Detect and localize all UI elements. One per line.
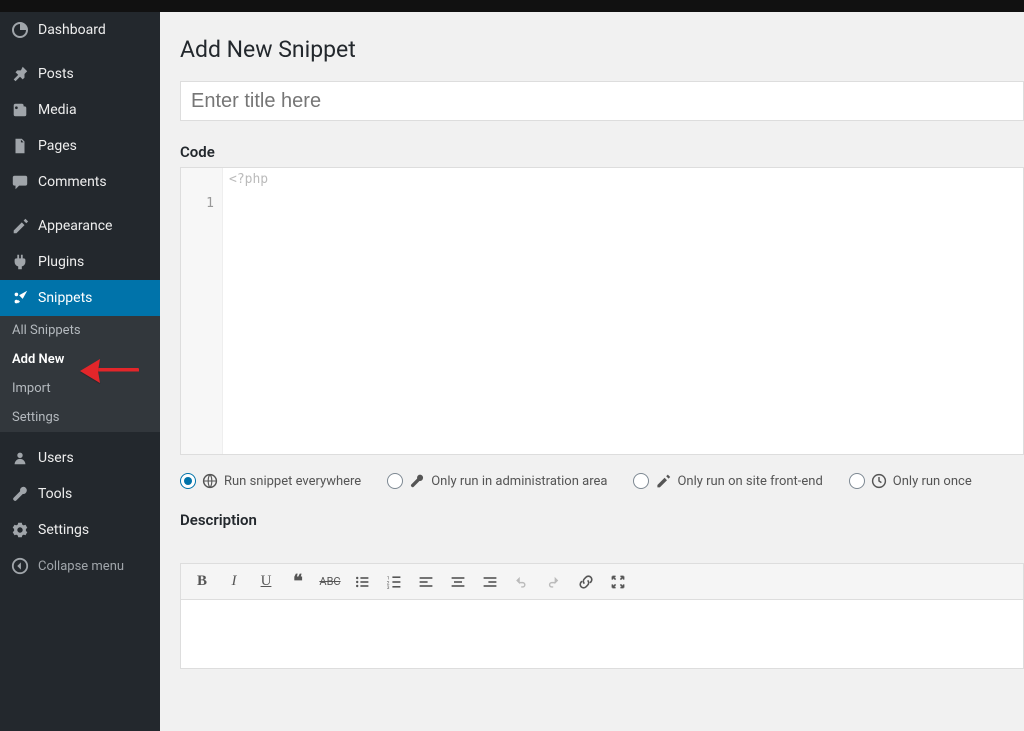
sidebar-item-plugins[interactable]: Plugins: [0, 244, 160, 280]
description-toolbar: B I U ❝ ABC 123: [180, 563, 1024, 599]
toolbar-strikethrough-button[interactable]: ABC: [315, 567, 345, 597]
appearance-icon: [10, 216, 30, 236]
scope-label: Only run once: [893, 474, 972, 489]
scope-option-once[interactable]: Only run once: [849, 473, 972, 489]
toolbar-align-center-button[interactable]: [443, 567, 473, 597]
admin-sidebar: Dashboard Posts Media Pages Comments App…: [0, 12, 160, 731]
sidebar-item-label: Tools: [38, 486, 72, 502]
sidebar-item-label: Settings: [38, 522, 89, 538]
wrench-icon: [409, 473, 425, 489]
snippet-title-input[interactable]: [180, 81, 1024, 121]
code-editor[interactable]: 1 <?php: [180, 167, 1024, 455]
clock-icon: [871, 473, 887, 489]
sidebar-item-label: Posts: [38, 66, 74, 82]
snippets-icon: [10, 288, 30, 308]
users-icon: [10, 448, 30, 468]
scope-radio-once[interactable]: [849, 473, 865, 489]
sidebar-item-appearance[interactable]: Appearance: [0, 208, 160, 244]
sidebar-item-posts[interactable]: Posts: [0, 56, 160, 92]
brush-icon: [655, 473, 671, 489]
svg-text:3: 3: [387, 585, 390, 590]
submenu-item-all-snippets[interactable]: All Snippets: [0, 316, 160, 345]
sidebar-item-snippets[interactable]: Snippets: [0, 280, 160, 316]
scope-label: Only run in administration area: [431, 474, 607, 489]
sidebar-item-dashboard[interactable]: Dashboard: [0, 12, 160, 48]
toolbar-align-left-button[interactable]: [411, 567, 441, 597]
snippet-scope-row: Run snippet everywhere Only run in admin…: [180, 473, 1024, 489]
submenu-item-add-new[interactable]: Add New: [0, 345, 160, 374]
toolbar-undo-button[interactable]: [507, 567, 537, 597]
sidebar-item-label: Snippets: [38, 290, 92, 306]
toolbar-fullscreen-button[interactable]: [603, 567, 633, 597]
toolbar-number-list-button[interactable]: 123: [379, 567, 409, 597]
pin-icon: [10, 64, 30, 84]
settings-icon: [10, 520, 30, 540]
sidebar-item-label: Appearance: [38, 218, 112, 234]
collapse-icon: [10, 556, 30, 576]
scope-label: Run snippet everywhere: [224, 474, 361, 489]
toolbar-blockquote-button[interactable]: ❝: [283, 567, 313, 597]
submenu-item-import[interactable]: Import: [0, 374, 160, 403]
toolbar-redo-button[interactable]: [539, 567, 569, 597]
globe-icon: [202, 473, 218, 489]
comment-icon: [10, 172, 30, 192]
description-section-label: Description: [180, 511, 1024, 529]
scope-label: Only run on site front-end: [677, 474, 822, 489]
media-icon: [10, 100, 30, 120]
scope-option-frontend[interactable]: Only run on site front-end: [633, 473, 822, 489]
sidebar-item-pages[interactable]: Pages: [0, 128, 160, 164]
sidebar-item-label: Users: [38, 450, 74, 466]
sidebar-item-label: Pages: [38, 138, 77, 154]
scope-radio-frontend[interactable]: [633, 473, 649, 489]
code-gutter: 1: [181, 168, 223, 454]
toolbar-bullet-list-button[interactable]: [347, 567, 377, 597]
toolbar-italic-button[interactable]: I: [219, 567, 249, 597]
sidebar-item-label: Plugins: [38, 254, 84, 270]
scope-radio-admin[interactable]: [387, 473, 403, 489]
code-hint: <?php: [229, 172, 268, 187]
toolbar-align-right-button[interactable]: [475, 567, 505, 597]
sidebar-item-label: Dashboard: [38, 22, 106, 38]
collapse-menu-label: Collapse menu: [38, 559, 124, 574]
page-title: Add New Snippet: [180, 36, 1024, 63]
toolbar-underline-button[interactable]: U: [251, 567, 281, 597]
code-section-label: Code: [180, 143, 1024, 161]
scope-option-everywhere[interactable]: Run snippet everywhere: [180, 473, 361, 489]
tools-icon: [10, 484, 30, 504]
content-area: Add New Snippet Code 1 <?php Run snippet…: [160, 12, 1024, 731]
sidebar-item-media[interactable]: Media: [0, 92, 160, 128]
collapse-menu-button[interactable]: Collapse menu: [0, 548, 160, 584]
sidebar-item-label: Comments: [38, 174, 107, 190]
description-editor[interactable]: [180, 599, 1024, 669]
sidebar-item-label: Media: [38, 102, 77, 118]
sidebar-item-tools[interactable]: Tools: [0, 476, 160, 512]
toolbar-link-button[interactable]: [571, 567, 601, 597]
line-number: 1: [206, 196, 214, 211]
scope-option-admin[interactable]: Only run in administration area: [387, 473, 607, 489]
sidebar-item-settings[interactable]: Settings: [0, 512, 160, 548]
page-icon: [10, 136, 30, 156]
sidebar-item-comments[interactable]: Comments: [0, 164, 160, 200]
sidebar-item-users[interactable]: Users: [0, 440, 160, 476]
submenu-item-settings[interactable]: Settings: [0, 403, 160, 432]
dashboard-icon: [10, 20, 30, 40]
code-editor-body[interactable]: <?php: [223, 168, 1023, 454]
toolbar-bold-button[interactable]: B: [187, 567, 217, 597]
plugin-icon: [10, 252, 30, 272]
scope-radio-everywhere[interactable]: [180, 473, 196, 489]
admin-topbar: [0, 0, 1024, 12]
